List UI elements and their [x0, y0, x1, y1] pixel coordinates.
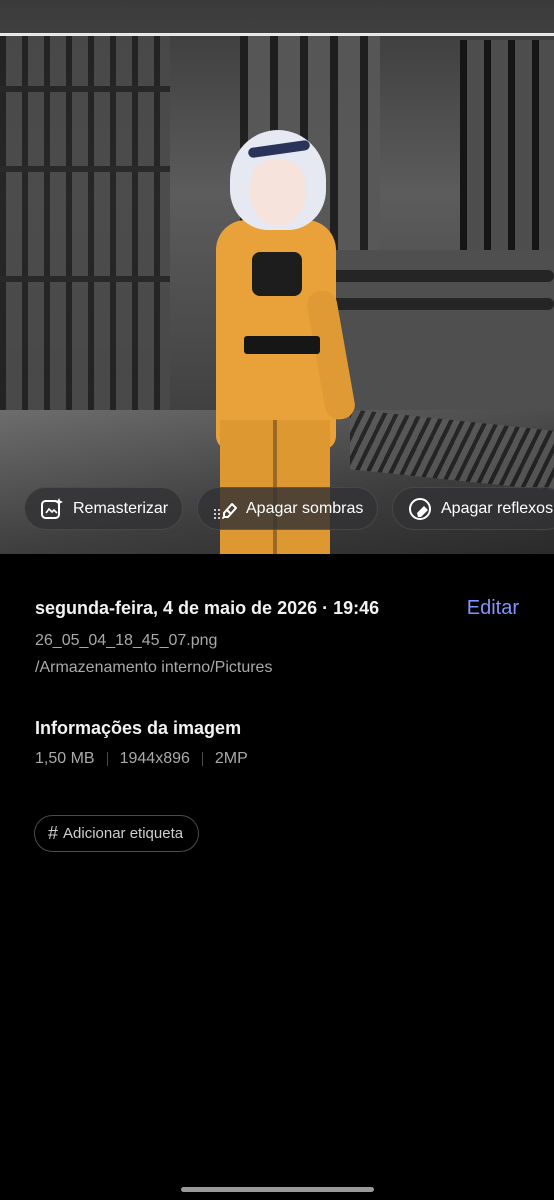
- hashtag-icon: #: [48, 823, 59, 843]
- photo-action-chips: Remasterizar Apagar sombras Apagar refle…: [0, 487, 554, 531]
- file-name: 26_05_04_18_45_07.png: [35, 632, 218, 649]
- add-tag-button[interactable]: # Adicionar etiqueta: [34, 815, 200, 852]
- file-path[interactable]: /Armazenamento interno/Pictures: [35, 659, 272, 677]
- file-size: 1,50 MB: [35, 750, 95, 767]
- eraser-shadow-icon: [214, 502, 237, 519]
- erase-shadows-label: Apagar sombras: [246, 499, 364, 517]
- photo-bg-window: [460, 40, 554, 250]
- image-megapixels: 2MP: [214, 750, 248, 767]
- eraser-reflection-icon: [409, 497, 431, 520]
- edit-button[interactable]: Editar: [467, 597, 519, 620]
- home-indicator[interactable]: [181, 1187, 374, 1192]
- photo-bg-pipe: [330, 270, 554, 282]
- meta-divider: [106, 752, 108, 766]
- image-info-title: Informações da imagem: [35, 718, 242, 738]
- erase-shadows-button[interactable]: Apagar sombras: [197, 487, 379, 530]
- photo-bg-pipe: [330, 298, 554, 310]
- sparkle-photo-icon: [41, 497, 63, 519]
- remaster-label: Remasterizar: [73, 499, 169, 517]
- image-info-meta: 1,50 MB 1944x896 2MP: [35, 750, 248, 768]
- erase-reflections-label: Apagar reflexos: [441, 499, 554, 517]
- image-resolution: 1944x896: [119, 750, 190, 767]
- photo-datetime: segunda-feira, 4 de maio de 2026 · 19:46: [35, 598, 380, 618]
- meta-divider: [201, 752, 203, 766]
- add-tag-label: Adicionar etiqueta: [63, 825, 184, 842]
- erase-reflections-button[interactable]: Apagar reflexos: [392, 487, 554, 530]
- remaster-button[interactable]: Remasterizar: [24, 487, 184, 530]
- photo-preview[interactable]: Remasterizar Apagar sombras Apagar refle…: [0, 0, 554, 554]
- photo-bg-bars-left: [0, 36, 170, 416]
